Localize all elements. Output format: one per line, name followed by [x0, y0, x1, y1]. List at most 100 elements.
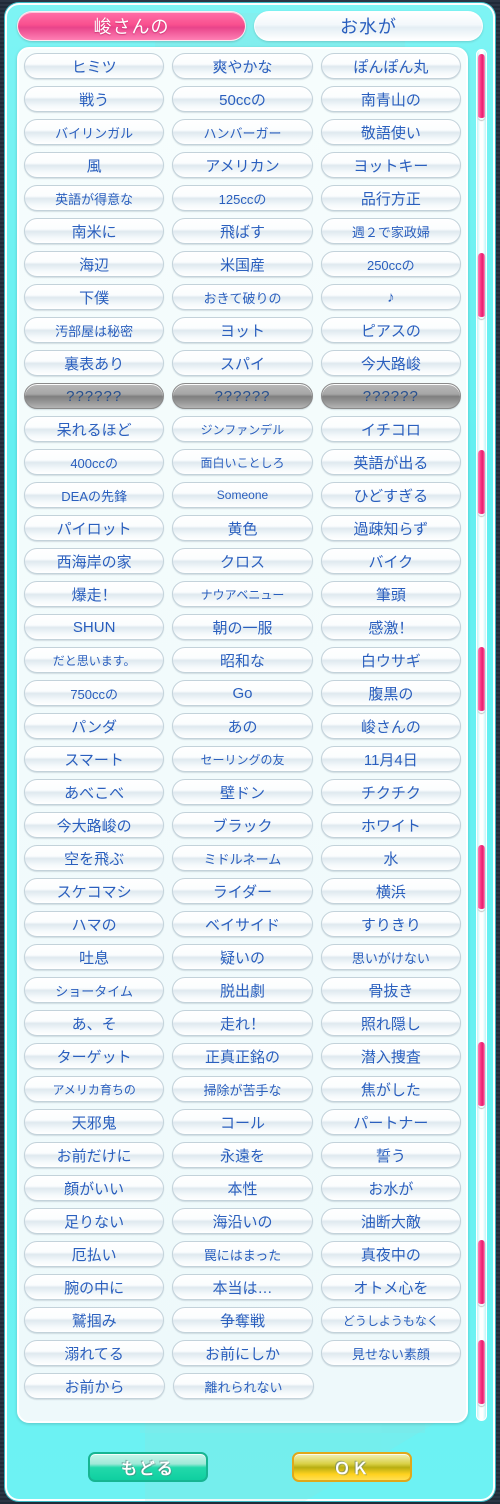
scrollbar-thumb[interactable] — [478, 845, 485, 911]
word-pill[interactable]: 潜入捜査 — [320, 1043, 461, 1069]
word-pill[interactable]: 照れ隠し — [320, 1010, 461, 1036]
word-pill[interactable]: オトメ心を — [320, 1274, 461, 1300]
word-pill[interactable]: 脱出劇 — [172, 977, 313, 1003]
word-pill[interactable]: バイク — [320, 548, 461, 574]
vertical-scrollbar[interactable] — [476, 49, 487, 1421]
word-pill[interactable]: クロス — [172, 548, 313, 574]
word-pill[interactable]: アメリカ育ちの — [24, 1076, 165, 1102]
word-pill[interactable]: ピアスの — [320, 317, 461, 343]
word-pill[interactable]: お前にしか — [172, 1340, 313, 1366]
word-pill[interactable]: 黄色 — [172, 515, 313, 541]
word-pill[interactable]: パイロット — [24, 515, 165, 541]
word-pill[interactable]: 離れられない — [173, 1373, 314, 1399]
word-pill[interactable]: 永遠を — [172, 1142, 313, 1168]
word-pill[interactable]: 油断大敵 — [320, 1208, 461, 1234]
word-pill[interactable]: ハンバーガー — [172, 119, 313, 145]
word-pill[interactable]: DEAの先鋒 — [24, 482, 165, 508]
scrollbar-thumb[interactable] — [478, 1042, 485, 1108]
word-pill[interactable]: スパイ — [172, 350, 313, 376]
word-pill[interactable]: 汚部屋は秘密 — [24, 317, 165, 343]
word-pill[interactable]: ぽんぽん丸 — [320, 53, 461, 79]
word-pill[interactable]: SHUN — [24, 614, 165, 640]
word-pill[interactable]: イチコロ — [320, 416, 461, 442]
word-pill[interactable]: アメリカン — [172, 152, 313, 178]
word-pill[interactable]: 品行方正 — [320, 185, 461, 211]
scrollbar-thumb[interactable] — [478, 253, 485, 319]
word-pill[interactable]: 風 — [24, 152, 165, 178]
word-pill[interactable]: Go — [172, 680, 313, 706]
word-pill[interactable]: 今大路峻 — [320, 350, 461, 376]
word-pill[interactable]: すりきり — [320, 911, 461, 937]
word-pill[interactable]: 疑いの — [172, 944, 313, 970]
word-pill[interactable]: 英語が出る — [320, 449, 461, 475]
word-pill[interactable]: ブラック — [172, 812, 313, 838]
word-pill[interactable]: ヨット — [172, 317, 313, 343]
word-pill[interactable]: 空を飛ぶ — [24, 845, 165, 871]
word-pill[interactable]: 昭和な — [172, 647, 313, 673]
word-pill[interactable]: 焦がした — [320, 1076, 461, 1102]
scrollbar-thumb[interactable] — [478, 54, 485, 120]
word-pill[interactable]: 西海岸の家 — [24, 548, 165, 574]
word-pill[interactable]: チクチク — [320, 779, 461, 805]
word-pill[interactable]: 吐息 — [24, 944, 165, 970]
word-pill[interactable]: 朝の一服 — [172, 614, 313, 640]
word-pill[interactable]: 飛ばす — [172, 218, 313, 244]
word-pill[interactable]: ナウアベニュー — [172, 581, 313, 607]
word-pill[interactable]: 壁ドン — [172, 779, 313, 805]
word-pill[interactable]: 本当は… — [172, 1274, 313, 1300]
word-pill[interactable]: おきて破りの — [172, 284, 313, 310]
word-pill[interactable]: 顔がいい — [24, 1175, 165, 1201]
word-pill[interactable]: 11月4日 — [320, 746, 461, 772]
word-pill[interactable]: 鷲掴み — [24, 1307, 165, 1333]
word-pill[interactable]: 爽やかな — [172, 53, 313, 79]
word-pill[interactable]: 海辺 — [24, 251, 165, 277]
tab-second-word[interactable]: お水が — [254, 11, 483, 41]
word-pill[interactable]: ヨットキー — [320, 152, 461, 178]
word-pill[interactable]: 腕の中に — [24, 1274, 165, 1300]
word-pill[interactable]: 海沿いの — [172, 1208, 313, 1234]
word-pill[interactable]: 思いがけない — [320, 944, 461, 970]
word-pill[interactable]: パートナー — [320, 1109, 461, 1135]
word-pill[interactable]: 誓う — [320, 1142, 461, 1168]
word-pill[interactable]: 掃除が苦手な — [172, 1076, 313, 1102]
word-pill[interactable]: 本性 — [172, 1175, 313, 1201]
word-pill[interactable]: ♪ — [320, 284, 461, 310]
word-pill[interactable]: ベイサイド — [172, 911, 313, 937]
word-pill[interactable]: コール — [172, 1109, 313, 1135]
ok-button[interactable]: ＯＫ — [292, 1452, 412, 1482]
word-pill[interactable]: ショータイム — [24, 977, 165, 1003]
word-pill[interactable]: 過疎知らず — [320, 515, 461, 541]
word-pill[interactable]: だと思います。 — [24, 647, 165, 673]
word-pill[interactable]: 400ccの — [24, 449, 165, 475]
word-pill[interactable]: 真夜中の — [320, 1241, 461, 1267]
word-pill[interactable]: 爆走！ — [24, 581, 165, 607]
word-pill[interactable]: 750ccの — [24, 680, 165, 706]
word-pill[interactable]: 白ウサギ — [320, 647, 461, 673]
word-pill[interactable]: 戦う — [24, 86, 165, 112]
word-pill[interactable]: あの — [172, 713, 313, 739]
word-pill[interactable]: 米国産 — [172, 251, 313, 277]
word-pill[interactable]: 厄払い — [24, 1241, 165, 1267]
word-pill[interactable]: 今大路峻の — [24, 812, 165, 838]
word-pill[interactable]: ヒミツ — [24, 53, 165, 79]
word-pill[interactable]: スマート — [24, 746, 165, 772]
word-pill[interactable]: お水が — [320, 1175, 461, 1201]
word-pill[interactable]: 見せない素顔 — [320, 1340, 461, 1366]
word-pill[interactable]: あ、そ — [24, 1010, 165, 1036]
word-pill[interactable]: 感激！ — [320, 614, 461, 640]
word-pill[interactable]: 溺れてる — [24, 1340, 165, 1366]
word-pill[interactable]: 南米に — [24, 218, 165, 244]
word-pill[interactable]: 英語が得意な — [24, 185, 165, 211]
word-pill[interactable]: 呆れるほど — [24, 416, 165, 442]
word-pill[interactable]: 走れ！ — [172, 1010, 313, 1036]
word-pill[interactable]: ホワイト — [320, 812, 461, 838]
word-pill[interactable]: 峻さんの — [320, 713, 461, 739]
word-pill[interactable]: どうしようもなく — [320, 1307, 461, 1333]
word-pill[interactable]: 南青山の — [320, 86, 461, 112]
word-pill[interactable]: 250ccの — [320, 251, 461, 277]
scrollbar-thumb[interactable] — [478, 1340, 485, 1406]
word-pill[interactable]: ハマの — [24, 911, 165, 937]
word-pill[interactable]: 天邪鬼 — [24, 1109, 165, 1135]
word-pill[interactable]: ひどすぎる — [320, 482, 461, 508]
word-pill[interactable]: セーリングの友 — [172, 746, 313, 772]
